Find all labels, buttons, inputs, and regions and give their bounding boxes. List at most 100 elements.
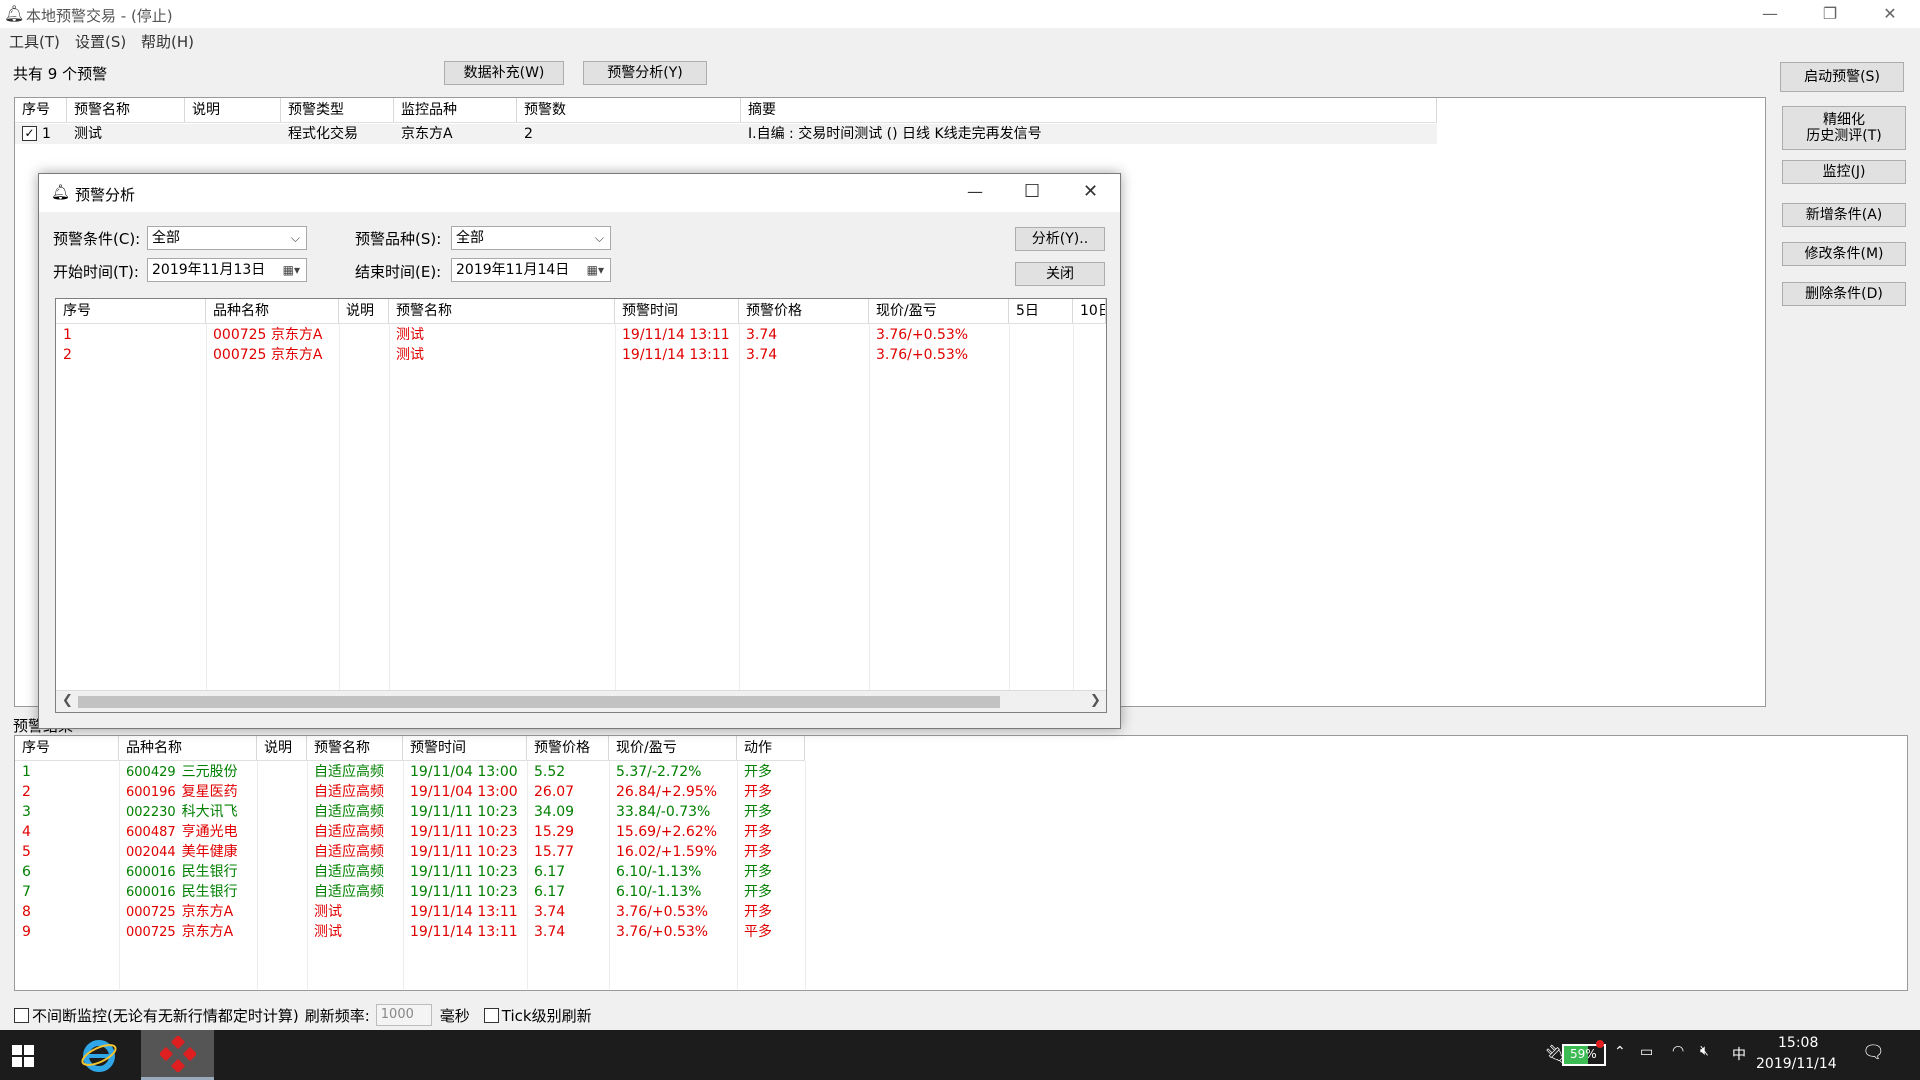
clock-time[interactable]: 15:08 — [1778, 1035, 1818, 1051]
tick-refresh-checkbox[interactable] — [483, 1007, 499, 1023]
table-row[interactable]: 5 002044 美年健康 自适应高频 19/11/11 10:23 15.77 16.02… — [15, 842, 805, 862]
dialog-title: 预警分析 — [75, 186, 136, 204]
cell-stock-name: 复星医药 — [181, 784, 238, 800]
calendar-icon: ▦▾ — [282, 263, 300, 277]
res-col-pnl[interactable]: 现价/盈亏 — [609, 736, 737, 760]
an-col-desc[interactable]: 说明 — [339, 299, 389, 323]
cell-desc — [257, 922, 307, 942]
cell-pnl: 6.10/-1.13% — [616, 884, 702, 900]
taskbar: 🔌︎ 59% ⌃ ▭ ◠ 🔇︎ 中 15:08 2019/11/14 🗨︎ — [0, 1030, 1920, 1080]
col-header-count[interactable]: 预警数 — [517, 98, 741, 122]
cell-name: 测试 — [396, 347, 424, 363]
col-header-no[interactable]: 序号 — [15, 98, 67, 122]
trading-app-taskbar-icon[interactable] — [141, 1030, 214, 1080]
menu-settings[interactable]: 设置(S) — [75, 31, 126, 52]
cell-stock: 000725 京东方A — [119, 902, 257, 922]
condition-select[interactable]: 全部 ⌵ — [147, 226, 307, 250]
start-alert-button[interactable]: 启动预警(S) — [1780, 62, 1904, 92]
delete-condition-button[interactable]: 删除条件(D) — [1782, 282, 1906, 306]
table-row[interactable]: 2 600196 复星医药 自适应高频 19/11/04 13:00 26.07 26.84… — [15, 782, 805, 802]
table-row[interactable]: 2 000725 京东方A 测试 19/11/14 13:11 3.74 3.76/+0.… — [56, 345, 1106, 365]
row-desc — [185, 124, 281, 144]
start-date-picker[interactable]: 2019年11月13日 ▦▾ — [147, 258, 307, 282]
res-col-stock[interactable]: 品种名称 — [119, 736, 257, 760]
menu-tools[interactable]: 工具(T) — [9, 31, 60, 52]
alert-analysis-button[interactable]: 预警分析(Y) — [583, 61, 707, 85]
table-row[interactable]: 9 000725 京东方A 测试 19/11/14 13:11 3.74 3.76/+0.5… — [15, 922, 805, 942]
windows-start-icon[interactable] — [12, 1045, 34, 1067]
analyze-button[interactable]: 分析(Y).. — [1015, 227, 1105, 251]
end-date-picker[interactable]: 2019年11月14日 ▦▾ — [451, 258, 611, 282]
fill-data-button[interactable]: 数据补充(W) — [444, 61, 564, 85]
monitor-button[interactable]: 监控(J) — [1782, 160, 1906, 184]
refresh-rate-input[interactable]: 1000 — [375, 1004, 432, 1026]
res-col-name[interactable]: 预警名称 — [307, 736, 403, 760]
res-col-no[interactable]: 序号 — [15, 736, 119, 760]
symbol-select[interactable]: 全部 ⌵ — [451, 226, 611, 250]
dialog-close-x-button[interactable]: ✕ — [1083, 181, 1098, 202]
menu-help[interactable]: 帮助(H) — [141, 31, 194, 52]
an-col-price[interactable]: 预警价格 — [739, 299, 869, 323]
scrollbar-thumb[interactable] — [78, 696, 1000, 708]
an-col-5d[interactable]: 5日 — [1009, 299, 1073, 323]
table-row[interactable]: 8 000725 京东方A 测试 19/11/14 13:11 3.74 3.76/+0.5… — [15, 902, 805, 922]
res-col-time[interactable]: 预警时间 — [403, 736, 527, 760]
dialog-minimize-button[interactable]: — — [967, 182, 983, 201]
an-col-time[interactable]: 预警时间 — [615, 299, 739, 323]
res-col-desc[interactable]: 说明 — [257, 736, 307, 760]
cell-stock-name: 科大讯飞 — [181, 804, 238, 820]
chevron-down-icon: ⌵ — [290, 231, 300, 245]
end-time-label: 结束时间(E): — [355, 263, 442, 281]
modify-condition-button[interactable]: 修改条件(M) — [1782, 242, 1906, 266]
table-row[interactable]: ✓ 1 测试 程式化交易 京东方A 2 I.自编 : 交易时间测试 () 日线 … — [15, 124, 1437, 144]
table-row[interactable]: 3 002230 科大讯飞 自适应高频 19/11/11 10:23 34.09 33.84… — [15, 802, 805, 822]
scroll-right-icon[interactable]: ❯ — [1090, 693, 1101, 708]
restore-button[interactable]: ❐ — [1800, 0, 1860, 28]
refine-backtest-button[interactable]: 精细化 历史测评(T) — [1782, 106, 1906, 150]
row-no: 1 — [42, 126, 51, 142]
an-col-no[interactable]: 序号 — [56, 299, 206, 323]
add-condition-button[interactable]: 新增条件(A) — [1782, 203, 1906, 227]
dialog-close-button[interactable]: 关闭 — [1015, 262, 1105, 286]
ime-indicator[interactable]: 中 — [1732, 1044, 1746, 1064]
tray-expand-icon[interactable]: ⌃ — [1614, 1044, 1626, 1060]
col-header-desc[interactable]: 说明 — [185, 98, 281, 122]
cell-desc — [257, 862, 307, 882]
an-col-name[interactable]: 预警名称 — [389, 299, 615, 323]
col-divider — [206, 324, 207, 690]
battery-tray-icon[interactable]: ▭ — [1640, 1044, 1653, 1060]
start-time-label: 开始时间(T): — [53, 263, 139, 281]
ie-browser-icon[interactable] — [64, 1030, 134, 1080]
table-row[interactable]: 6 600016 民生银行 自适应高频 19/11/11 10:23 6.17 6.10/-… — [15, 862, 805, 882]
volume-muted-icon[interactable]: 🔇︎ — [1700, 1043, 1709, 1059]
table-row[interactable]: 1 000725 京东方A 测试 19/11/14 13:11 3.74 3.76/+0.… — [56, 325, 1106, 345]
an-col-stock[interactable]: 品种名称 — [206, 299, 339, 323]
dialog-maximize-button[interactable]: ☐ — [1024, 181, 1040, 202]
horizontal-scrollbar[interactable]: ❮ ❯ — [56, 690, 1106, 712]
table-row[interactable]: 4 600487 亨通光电 自适应高频 19/11/11 10:23 15.29 15.69… — [15, 822, 805, 842]
col-header-type[interactable]: 预警类型 — [281, 98, 394, 122]
scroll-left-icon[interactable]: ❮ — [62, 693, 73, 708]
cell-code: 600196 — [126, 785, 176, 800]
wifi-icon[interactable]: ◠ — [1672, 1043, 1684, 1059]
cell-time: 19/11/11 10:23 — [410, 824, 518, 840]
an-col-10d[interactable]: 10日 — [1073, 299, 1106, 323]
col-header-summary[interactable]: 摘要 — [741, 98, 1437, 122]
cell-no: 2 — [63, 347, 72, 363]
an-col-pnl[interactable]: 现价/盈亏 — [869, 299, 1009, 323]
minimize-button[interactable]: — — [1740, 0, 1800, 28]
col-header-symbol[interactable]: 监控品种 — [394, 98, 517, 122]
col-header-name[interactable]: 预警名称 — [67, 98, 185, 122]
table-row[interactable]: 7 600016 民生银行 自适应高频 19/11/11 10:23 6.17 6.10/-… — [15, 882, 805, 902]
close-window-button[interactable]: ✕ — [1860, 0, 1920, 28]
cell-stock: 600196 复星医药 — [119, 782, 257, 802]
continuous-monitor-checkbox[interactable] — [14, 1007, 29, 1023]
clock-date[interactable]: 2019/11/14 — [1756, 1056, 1837, 1072]
cell-no: 1 — [63, 327, 72, 343]
cell-price: 15.29 — [534, 824, 575, 840]
res-col-action[interactable]: 动作 — [737, 736, 805, 760]
table-row[interactable]: 1 600429 三元股份 自适应高频 19/11/04 13:00 5.52 5.37/-… — [15, 762, 805, 782]
symbol-value: 全部 — [456, 230, 484, 246]
res-col-price[interactable]: 预警价格 — [527, 736, 609, 760]
notification-icon[interactable]: 🗨︎ — [1862, 1042, 1885, 1063]
